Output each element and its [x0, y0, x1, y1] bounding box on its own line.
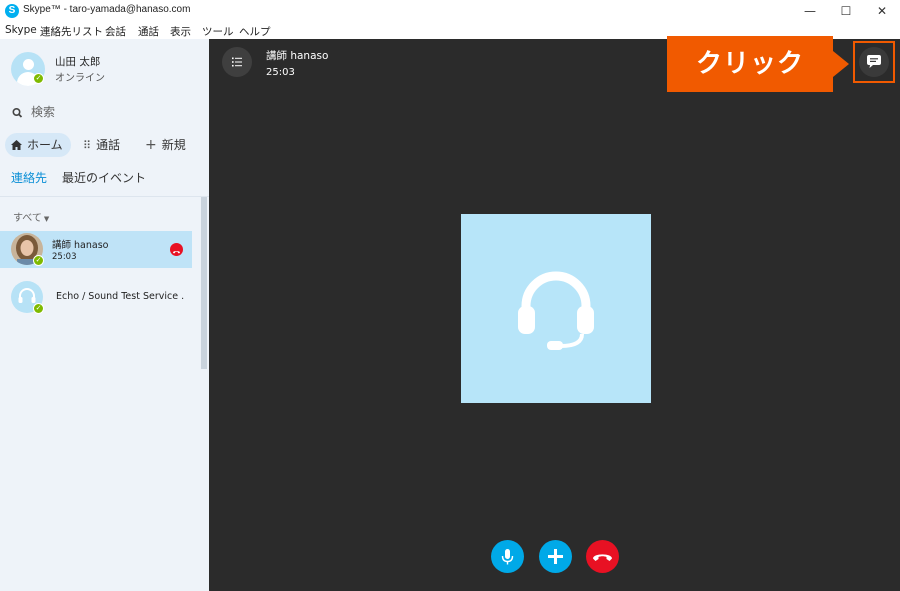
chat-bubble-icon — [867, 55, 881, 68]
search-input[interactable] — [31, 103, 191, 121]
plus-icon: + — [145, 137, 157, 153]
contact-filter-dropdown[interactable]: すべて ▼ — [13, 209, 49, 224]
contact-name: 講師 hanaso — [52, 240, 109, 251]
contact-item[interactable]: ✓ Echo / Sound Test Service . — [0, 279, 192, 316]
plus-icon — [548, 549, 563, 564]
online-status-icon: ✓ — [33, 255, 44, 266]
scrollbar[interactable] — [201, 197, 207, 369]
dialpad-icon: ⠿ — [83, 139, 92, 152]
menu-skype[interactable]: Skype — [5, 24, 37, 36]
mute-microphone-button[interactable] — [491, 540, 524, 573]
call-participant-name: 講師 hanaso — [266, 50, 329, 62]
profile-name[interactable]: 山田 太郎 — [55, 54, 100, 69]
menu-view[interactable]: 表示 — [170, 24, 191, 39]
tab-call[interactable]: ⠿ 通話 — [83, 133, 120, 157]
online-status-icon: ✓ — [33, 303, 44, 314]
menu-help[interactable]: ヘルプ — [239, 24, 271, 39]
contact-name: Echo / Sound Test Service . — [56, 291, 185, 302]
chat-button[interactable] — [859, 47, 889, 77]
participant-list-button[interactable] — [222, 47, 252, 77]
menu-tools[interactable]: ツール — [202, 24, 234, 39]
tab-home-label: ホーム — [27, 138, 63, 152]
online-status-icon: ✓ — [33, 73, 44, 84]
tab-new-label: 新規 — [161, 138, 186, 152]
menu-call[interactable]: 通話 — [138, 24, 159, 39]
avatar-head-shape — [23, 59, 34, 70]
end-call-button[interactable] — [586, 540, 619, 573]
headset-icon — [518, 271, 594, 350]
add-participant-button[interactable] — [539, 540, 572, 573]
tab-recent-events[interactable]: 最近のイベント — [62, 169, 146, 186]
home-icon — [11, 140, 22, 150]
caret-down-icon: ▼ — [43, 215, 50, 223]
filter-label: すべて — [13, 213, 42, 224]
list-icon — [232, 57, 242, 67]
tab-call-label: 通話 — [96, 138, 121, 152]
call-timer: 25:03 — [266, 67, 295, 78]
tab-contacts[interactable]: 連絡先 — [11, 169, 47, 186]
window-title: Skype™ - taro-yamada@hanaso.com — [23, 4, 191, 15]
hang-up-icon — [593, 554, 612, 561]
close-button[interactable]: ✕ — [864, 0, 900, 22]
microphone-icon — [501, 549, 514, 565]
search-box[interactable] — [11, 103, 196, 121]
menu-contact-list[interactable]: 連絡先リスト — [40, 24, 103, 39]
divider — [0, 196, 209, 197]
call-view: 講師 hanaso 25:03 クリック — [209, 36, 900, 591]
minimize-button[interactable]: — — [792, 0, 828, 22]
click-callout: クリック — [667, 36, 833, 92]
hang-up-icon[interactable] — [170, 243, 183, 256]
search-icon — [12, 107, 23, 118]
menu-conversation[interactable]: 会話 — [105, 24, 126, 39]
participant-tile — [461, 214, 651, 403]
skype-logo-icon: S — [5, 4, 19, 18]
title-bar: S Skype™ - taro-yamada@hanaso.com — ☐ ✕ — [0, 0, 900, 22]
nav-tabs: ホーム ⠿ 通話 + 新規 — [5, 133, 205, 157]
call-duration: 25:03 — [52, 252, 77, 262]
maximize-button[interactable]: ☐ — [828, 0, 864, 22]
tab-home[interactable]: ホーム — [5, 133, 71, 157]
callout-label: クリック — [695, 49, 804, 79]
profile-status[interactable]: オンライン — [55, 69, 105, 84]
contact-item[interactable]: ✓ 講師 hanaso 25:03 — [0, 231, 192, 268]
callout-arrow — [833, 51, 849, 77]
sidebar: ✓ 山田 太郎 オンライン ホーム ⠿ 通話 + 新規 連絡先 最近のイベント すべ… — [0, 39, 209, 591]
tab-new[interactable]: + 新規 — [145, 133, 186, 157]
